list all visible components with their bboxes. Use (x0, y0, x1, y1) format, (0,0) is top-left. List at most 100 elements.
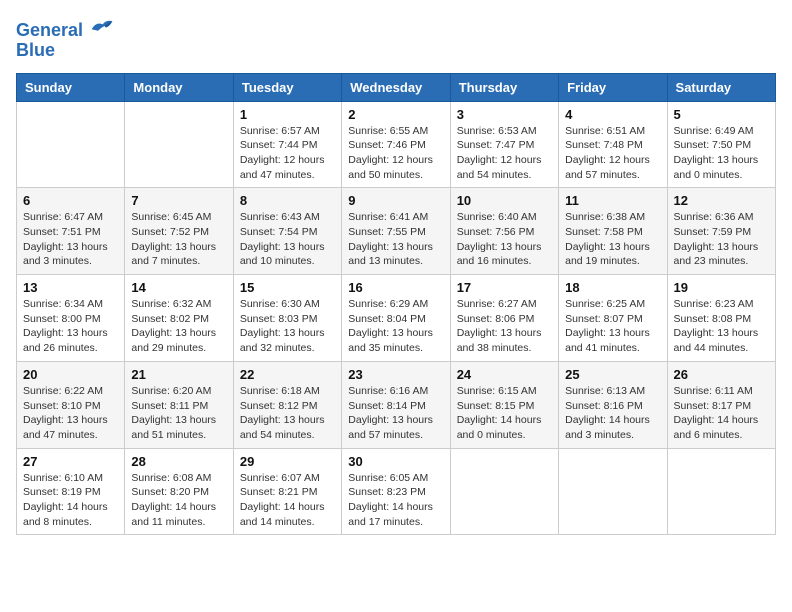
calendar-cell: 16 Sunrise: 6:29 AM Sunset: 8:04 PM Dayli… (342, 275, 450, 362)
calendar-cell: 10 Sunrise: 6:40 AM Sunset: 7:56 PM Dayli… (450, 188, 558, 275)
weekday-header: Tuesday (233, 73, 341, 101)
day-info: Sunrise: 6:38 AM Sunset: 7:58 PM Dayligh… (565, 210, 660, 269)
day-info: Sunrise: 6:10 AM Sunset: 8:19 PM Dayligh… (23, 471, 118, 530)
day-number: 27 (23, 454, 118, 469)
day-number: 23 (348, 367, 443, 382)
day-info: Sunrise: 6:55 AM Sunset: 7:46 PM Dayligh… (348, 124, 443, 183)
calendar-cell: 22 Sunrise: 6:18 AM Sunset: 8:12 PM Dayli… (233, 361, 341, 448)
day-info: Sunrise: 6:23 AM Sunset: 8:08 PM Dayligh… (674, 297, 769, 356)
day-number: 30 (348, 454, 443, 469)
calendar-cell: 15 Sunrise: 6:30 AM Sunset: 8:03 PM Dayli… (233, 275, 341, 362)
calendar-cell: 3Sunrise: 6:53 AM Sunset: 7:47 PM Daylig… (450, 101, 558, 188)
day-info: Sunrise: 6:36 AM Sunset: 7:59 PM Dayligh… (674, 210, 769, 269)
day-info: Sunrise: 6:40 AM Sunset: 7:56 PM Dayligh… (457, 210, 552, 269)
calendar-cell: 13 Sunrise: 6:34 AM Sunset: 8:00 PM Dayli… (17, 275, 125, 362)
calendar-cell (450, 448, 558, 535)
day-info: Sunrise: 6:57 AM Sunset: 7:44 PM Dayligh… (240, 124, 335, 183)
calendar-cell: 5 Sunrise: 6:49 AM Sunset: 7:50 PM Daylig… (667, 101, 775, 188)
calendar-cell: 6 Sunrise: 6:47 AM Sunset: 7:51 PM Daylig… (17, 188, 125, 275)
weekday-header: Friday (559, 73, 667, 101)
calendar-cell: 14Sunrise: 6:32 AM Sunset: 8:02 PM Dayli… (125, 275, 233, 362)
day-number: 1 (240, 107, 335, 122)
day-number: 20 (23, 367, 118, 382)
calendar-cell (17, 101, 125, 188)
day-number: 3 (457, 107, 552, 122)
day-info: Sunrise: 6:08 AM Sunset: 8:20 PM Dayligh… (131, 471, 226, 530)
calendar-cell: 7 Sunrise: 6:45 AM Sunset: 7:52 PM Daylig… (125, 188, 233, 275)
day-number: 12 (674, 193, 769, 208)
day-number: 22 (240, 367, 335, 382)
calendar-cell: 8Sunrise: 6:43 AM Sunset: 7:54 PM Daylig… (233, 188, 341, 275)
day-number: 4 (565, 107, 660, 122)
day-info: Sunrise: 6:51 AM Sunset: 7:48 PM Dayligh… (565, 124, 660, 183)
day-number: 10 (457, 193, 552, 208)
day-number: 9 (348, 193, 443, 208)
day-info: Sunrise: 6:15 AM Sunset: 8:15 PM Dayligh… (457, 384, 552, 443)
calendar-cell: 17Sunrise: 6:27 AM Sunset: 8:06 PM Dayli… (450, 275, 558, 362)
logo: General Blue (16, 16, 114, 61)
weekday-header: Saturday (667, 73, 775, 101)
calendar-cell: 27 Sunrise: 6:10 AM Sunset: 8:19 PM Dayli… (17, 448, 125, 535)
day-number: 6 (23, 193, 118, 208)
day-number: 21 (131, 367, 226, 382)
day-info: Sunrise: 6:30 AM Sunset: 8:03 PM Dayligh… (240, 297, 335, 356)
day-number: 14 (131, 280, 226, 295)
day-number: 8 (240, 193, 335, 208)
day-info: Sunrise: 6:41 AM Sunset: 7:55 PM Dayligh… (348, 210, 443, 269)
day-info: Sunrise: 6:34 AM Sunset: 8:00 PM Dayligh… (23, 297, 118, 356)
logo-bird-icon (90, 16, 114, 36)
calendar-cell: 20 Sunrise: 6:22 AM Sunset: 8:10 PM Dayli… (17, 361, 125, 448)
day-number: 16 (348, 280, 443, 295)
weekday-header: Monday (125, 73, 233, 101)
logo-text: General (16, 16, 114, 41)
calendar-cell (667, 448, 775, 535)
calendar-cell: 2Sunrise: 6:55 AM Sunset: 7:46 PM Daylig… (342, 101, 450, 188)
day-number: 13 (23, 280, 118, 295)
calendar-cell: 30 Sunrise: 6:05 AM Sunset: 8:23 PM Dayli… (342, 448, 450, 535)
day-info: Sunrise: 6:49 AM Sunset: 7:50 PM Dayligh… (674, 124, 769, 183)
calendar-cell: 4 Sunrise: 6:51 AM Sunset: 7:48 PM Daylig… (559, 101, 667, 188)
weekday-header-row: SundayMondayTuesdayWednesdayThursdayFrid… (17, 73, 776, 101)
day-info: Sunrise: 6:47 AM Sunset: 7:51 PM Dayligh… (23, 210, 118, 269)
calendar-cell: 25 Sunrise: 6:13 AM Sunset: 8:16 PM Dayli… (559, 361, 667, 448)
weekday-header: Sunday (17, 73, 125, 101)
day-number: 26 (674, 367, 769, 382)
calendar-cell: 12 Sunrise: 6:36 AM Sunset: 7:59 PM Dayli… (667, 188, 775, 275)
calendar-cell: 28Sunrise: 6:08 AM Sunset: 8:20 PM Dayli… (125, 448, 233, 535)
day-info: Sunrise: 6:11 AM Sunset: 8:17 PM Dayligh… (674, 384, 769, 443)
weekday-header: Wednesday (342, 73, 450, 101)
day-info: Sunrise: 6:45 AM Sunset: 7:52 PM Dayligh… (131, 210, 226, 269)
calendar-cell: 18 Sunrise: 6:25 AM Sunset: 8:07 PM Dayli… (559, 275, 667, 362)
calendar-cell: 1 Sunrise: 6:57 AM Sunset: 7:44 PM Daylig… (233, 101, 341, 188)
calendar-week-row: 13 Sunrise: 6:34 AM Sunset: 8:00 PM Dayli… (17, 275, 776, 362)
day-info: Sunrise: 6:18 AM Sunset: 8:12 PM Dayligh… (240, 384, 335, 443)
day-info: Sunrise: 6:27 AM Sunset: 8:06 PM Dayligh… (457, 297, 552, 356)
day-number: 7 (131, 193, 226, 208)
calendar-cell (559, 448, 667, 535)
day-info: Sunrise: 6:29 AM Sunset: 8:04 PM Dayligh… (348, 297, 443, 356)
calendar-cell: 26 Sunrise: 6:11 AM Sunset: 8:17 PM Dayli… (667, 361, 775, 448)
calendar-cell: 21 Sunrise: 6:20 AM Sunset: 8:11 PM Dayli… (125, 361, 233, 448)
day-number: 5 (674, 107, 769, 122)
calendar-table: SundayMondayTuesdayWednesdayThursdayFrid… (16, 73, 776, 536)
calendar-cell: 29 Sunrise: 6:07 AM Sunset: 8:21 PM Dayli… (233, 448, 341, 535)
day-info: Sunrise: 6:20 AM Sunset: 8:11 PM Dayligh… (131, 384, 226, 443)
calendar-cell: 9 Sunrise: 6:41 AM Sunset: 7:55 PM Daylig… (342, 188, 450, 275)
calendar-cell (125, 101, 233, 188)
day-info: Sunrise: 6:22 AM Sunset: 8:10 PM Dayligh… (23, 384, 118, 443)
day-info: Sunrise: 6:07 AM Sunset: 8:21 PM Dayligh… (240, 471, 335, 530)
day-info: Sunrise: 6:25 AM Sunset: 8:07 PM Dayligh… (565, 297, 660, 356)
day-number: 15 (240, 280, 335, 295)
day-info: Sunrise: 6:13 AM Sunset: 8:16 PM Dayligh… (565, 384, 660, 443)
day-info: Sunrise: 6:16 AM Sunset: 8:14 PM Dayligh… (348, 384, 443, 443)
day-number: 25 (565, 367, 660, 382)
day-number: 29 (240, 454, 335, 469)
day-info: Sunrise: 6:05 AM Sunset: 8:23 PM Dayligh… (348, 471, 443, 530)
calendar-cell: 23 Sunrise: 6:16 AM Sunset: 8:14 PM Dayli… (342, 361, 450, 448)
logo-blue-text: Blue (16, 41, 114, 61)
day-number: 18 (565, 280, 660, 295)
page-header: General Blue (16, 16, 776, 61)
day-number: 24 (457, 367, 552, 382)
calendar-week-row: 20 Sunrise: 6:22 AM Sunset: 8:10 PM Dayli… (17, 361, 776, 448)
calendar-week-row: 6 Sunrise: 6:47 AM Sunset: 7:51 PM Daylig… (17, 188, 776, 275)
